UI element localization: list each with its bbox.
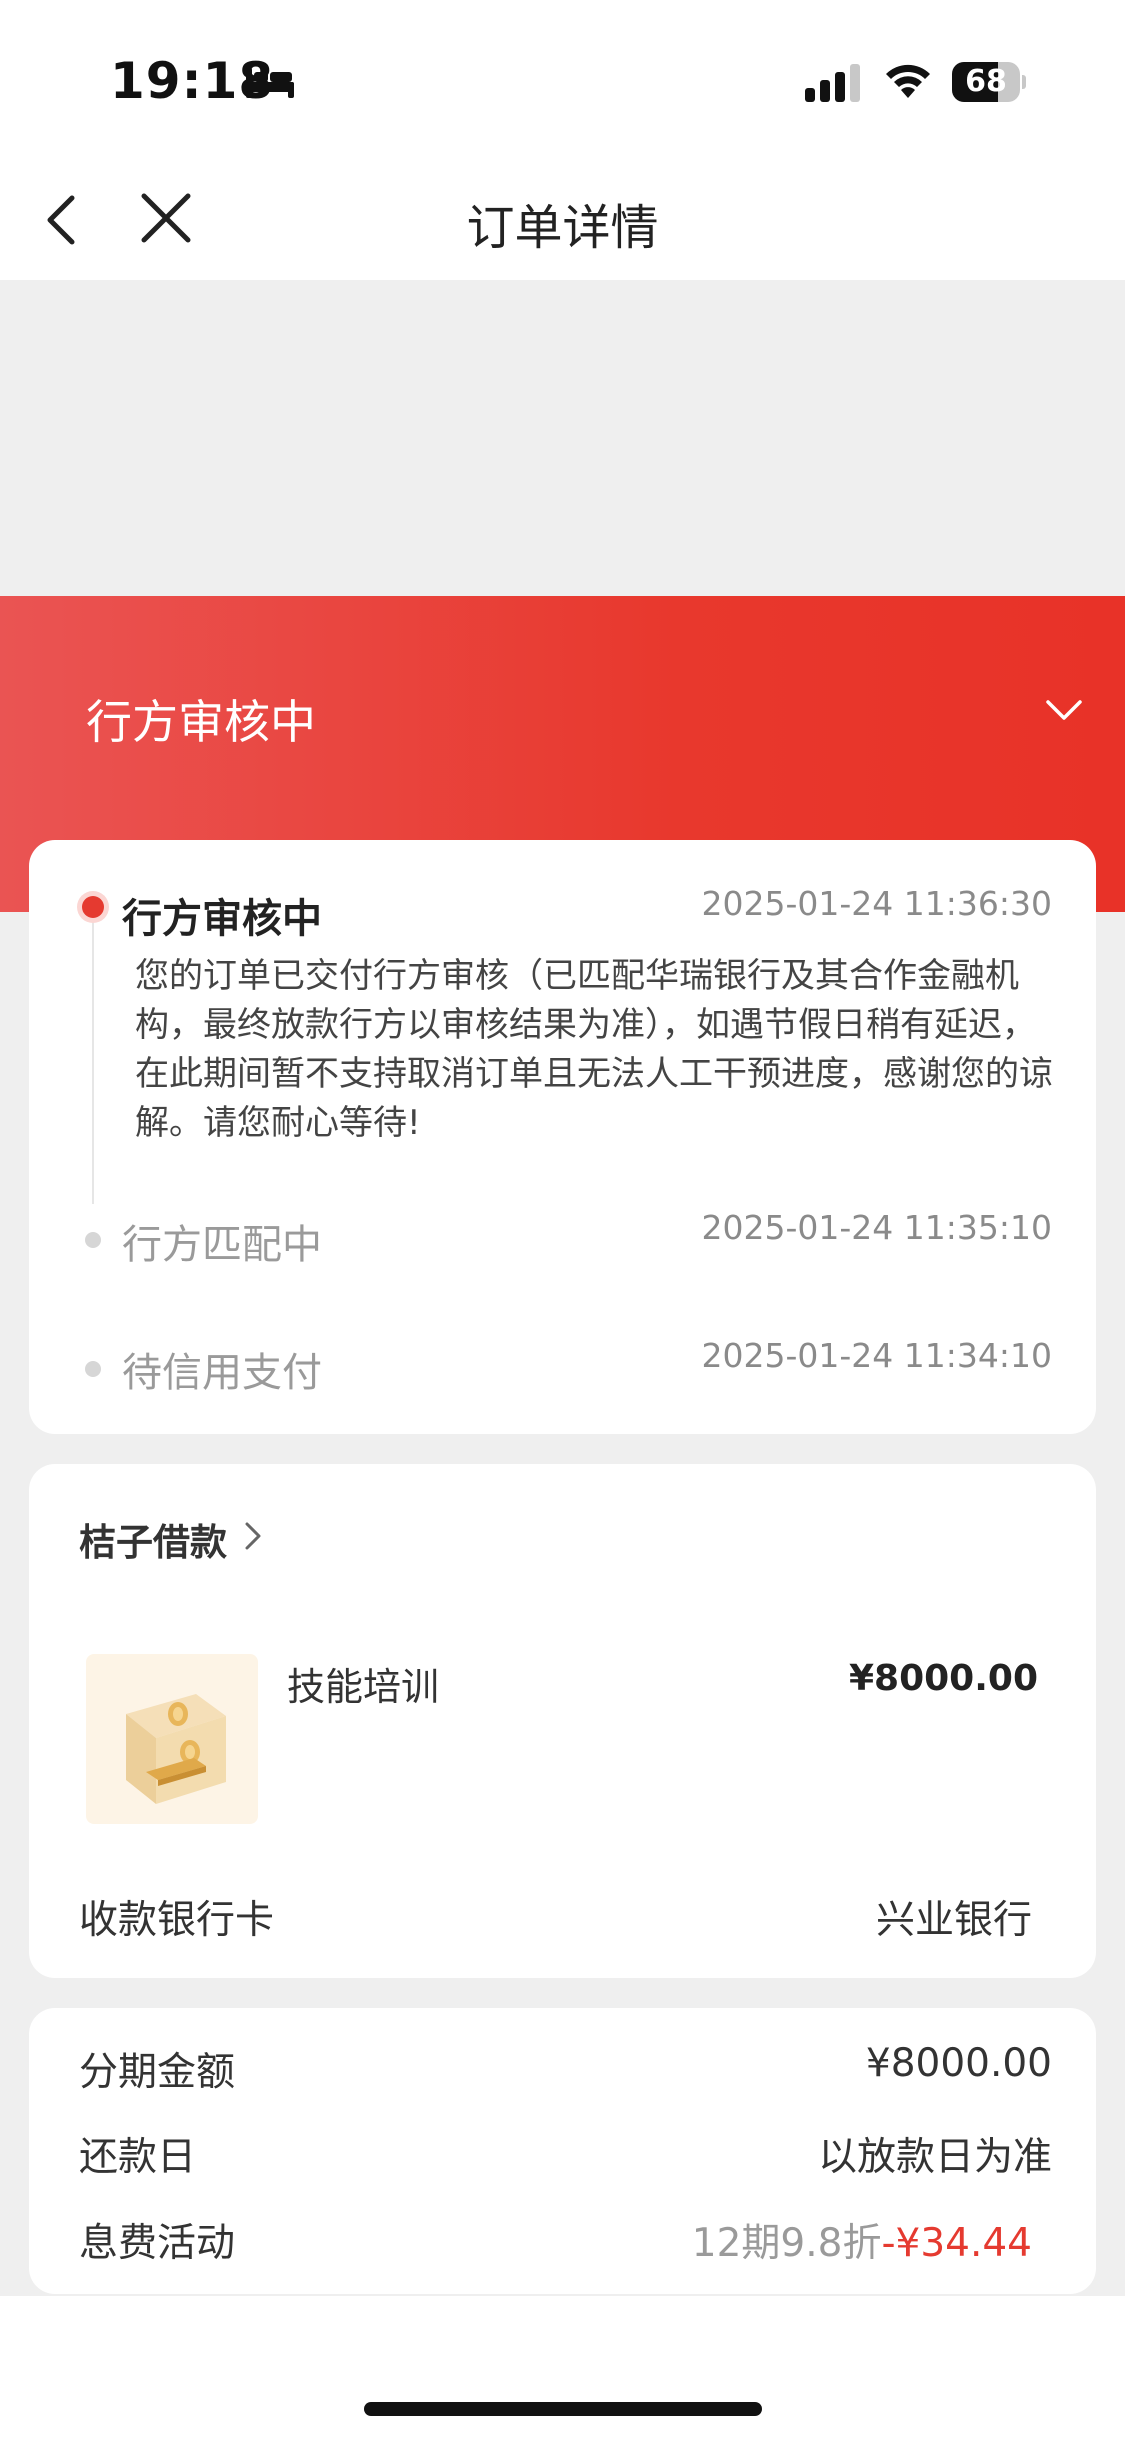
timeline-step-time: 2025-01-24 11:35:10 (701, 1208, 1052, 1247)
coin-box-icon (126, 1694, 226, 1804)
home-indicator[interactable] (364, 2402, 762, 2416)
signal-icon (805, 64, 860, 102)
merchant-link[interactable]: 桔子借款 (79, 1512, 227, 1566)
product-name: 技能培训 (287, 1665, 440, 1709)
timeline-step-title: 行方匹配中 (122, 1222, 322, 1268)
product-card: 桔子借款 技能培训 ¥8000.00 收款银行卡 兴业银行 (29, 1464, 1096, 1978)
bank-card-value: 兴业银行 (875, 1898, 1032, 1943)
battery-level: 68 (965, 64, 1007, 99)
installment-amount-value: ¥8000.00 (865, 2041, 1052, 2086)
bed-icon (246, 68, 294, 98)
timeline-step-description: 您的订单已交付行方审核（已匹配华瑞银行及其合作金融机构，最终放款行方以审核结果为… (135, 956, 1053, 1143)
product-price: ¥8000.00 (848, 1658, 1038, 1699)
fee-discount-text: 12期9.8折 (691, 2221, 882, 2266)
bank-card-label: 收款银行卡 (79, 1898, 275, 1943)
page-title: 订单详情 (466, 200, 659, 256)
fee-promotion-value: 12期9.8折-¥34.44 (692, 2212, 1032, 2268)
repayment-day-label: 还款日 (79, 2135, 197, 2180)
timeline-dot-active (77, 891, 109, 923)
timeline-line (92, 906, 94, 1204)
status-bar: 19:18 68 (0, 0, 1125, 150)
timeline-dot (85, 1232, 101, 1248)
installment-amount-label: 分期金额 (79, 2050, 236, 2095)
product-thumbnail (86, 1654, 258, 1824)
installment-card: 分期金额 ¥8000.00 还款日 以放款日为准 息费活动 12期9.8折-¥3… (29, 2008, 1096, 2294)
nav-bar: 订单详情 (0, 150, 1125, 280)
battery-icon: 68 (952, 62, 1026, 102)
wifi-icon (886, 64, 930, 98)
timeline-step-time: 2025-01-24 11:36:30 (701, 884, 1052, 923)
timeline-step-time: 2025-01-24 11:34:10 (701, 1336, 1052, 1375)
chevron-down-icon[interactable] (1044, 698, 1084, 724)
timeline-step-title: 行方审核中 (122, 896, 322, 942)
fee-promotion-label: 息费活动 (79, 2221, 236, 2266)
bottom-safe-area (0, 2296, 1125, 2439)
order-timeline-card: 行方审核中 2025-01-24 11:36:30 您的订单已交付行方审核（已匹… (29, 840, 1096, 1434)
repayment-day-value: 以放款日为准 (817, 2135, 1052, 2180)
timeline-dot (85, 1361, 101, 1377)
timeline-step-title: 待信用支付 (122, 1350, 322, 1396)
fee-saving-amount: -¥34.44 (881, 2221, 1032, 2266)
chevron-right-icon[interactable] (243, 1520, 263, 1552)
order-status-title: 行方审核中 (86, 695, 316, 749)
